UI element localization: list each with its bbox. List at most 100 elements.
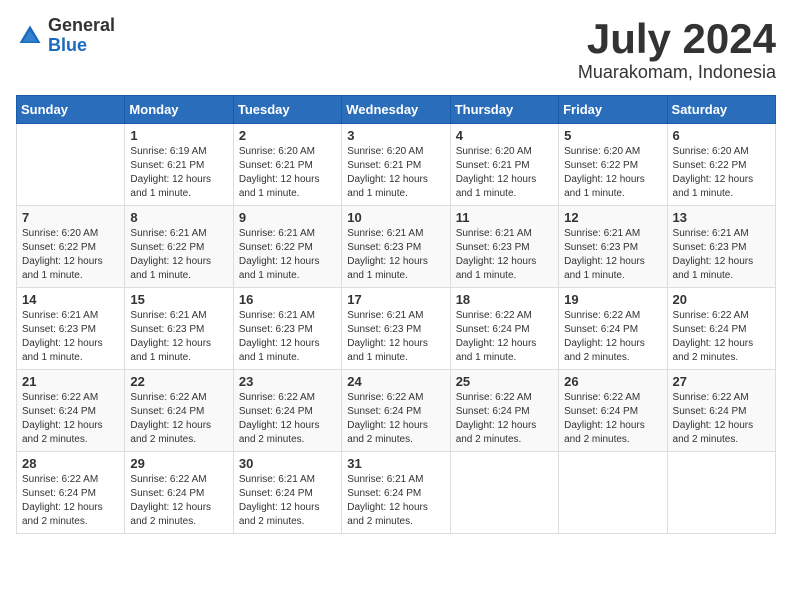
day-number: 26 bbox=[564, 374, 661, 389]
day-number: 15 bbox=[130, 292, 227, 307]
day-number: 11 bbox=[456, 210, 553, 225]
location-subtitle: Muarakomam, Indonesia bbox=[578, 62, 776, 83]
day-number: 25 bbox=[456, 374, 553, 389]
calendar-cell: 11Sunrise: 6:21 AMSunset: 6:23 PMDayligh… bbox=[450, 206, 558, 288]
day-info: Sunrise: 6:21 AMSunset: 6:22 PMDaylight:… bbox=[130, 227, 227, 283]
day-info: Sunrise: 6:21 AMSunset: 6:23 PMDaylight:… bbox=[564, 227, 661, 283]
day-number: 12 bbox=[564, 210, 661, 225]
day-number: 27 bbox=[673, 374, 770, 389]
day-info: Sunrise: 6:22 AMSunset: 6:24 PMDaylight:… bbox=[22, 473, 119, 529]
calendar-cell: 22 Sunrise: 6:22 AMSunset: 6:24 PMDayligh… bbox=[125, 370, 233, 452]
day-info: Sunrise: 6:21 AMSunset: 6:23 PMDaylight:… bbox=[347, 227, 444, 283]
day-number: 30 bbox=[239, 456, 336, 471]
day-number: 10 bbox=[347, 210, 444, 225]
day-info: Sunrise: 6:22 AMSunset: 6:24 PMDaylight:… bbox=[456, 309, 553, 365]
calendar-week-5: 28 Sunrise: 6:22 AMSunset: 6:24 PMDayligh… bbox=[17, 452, 776, 534]
weekday-header-tuesday: Tuesday bbox=[233, 96, 341, 124]
calendar-cell: 6 Sunrise: 6:20 AMSunset: 6:22 PMDaylight… bbox=[667, 124, 775, 206]
day-number: 19 bbox=[564, 292, 661, 307]
day-number: 9 bbox=[239, 210, 336, 225]
calendar-cell: 20 Sunrise: 6:22 AMSunset: 6:24 PMDayligh… bbox=[667, 288, 775, 370]
calendar-header-row: SundayMondayTuesdayWednesdayThursdayFrid… bbox=[17, 96, 776, 124]
calendar-cell: 17Sunrise: 6:21 AMSunset: 6:23 PMDayligh… bbox=[342, 288, 450, 370]
calendar-cell: 7Sunrise: 6:20 AMSunset: 6:22 PMDaylight… bbox=[17, 206, 125, 288]
calendar-cell: 16Sunrise: 6:21 AMSunset: 6:23 PMDayligh… bbox=[233, 288, 341, 370]
weekday-header-friday: Friday bbox=[559, 96, 667, 124]
weekday-header-wednesday: Wednesday bbox=[342, 96, 450, 124]
calendar-table: SundayMondayTuesdayWednesdayThursdayFrid… bbox=[16, 95, 776, 534]
day-number: 31 bbox=[347, 456, 444, 471]
calendar-cell: 2Sunrise: 6:20 AMSunset: 6:21 PMDaylight… bbox=[233, 124, 341, 206]
day-info: Sunrise: 6:22 AMSunset: 6:24 PMDaylight:… bbox=[673, 391, 770, 447]
logo-text: General Blue bbox=[48, 16, 115, 56]
day-info: Sunrise: 6:22 AMSunset: 6:24 PMDaylight:… bbox=[130, 391, 227, 447]
day-info: Sunrise: 6:22 AMSunset: 6:24 PMDaylight:… bbox=[456, 391, 553, 447]
calendar-cell: 31 Sunrise: 6:21 AMSunset: 6:24 PMDayligh… bbox=[342, 452, 450, 534]
logo-blue-text: Blue bbox=[48, 36, 115, 56]
day-info: Sunrise: 6:22 AMSunset: 6:24 PMDaylight:… bbox=[564, 309, 661, 365]
calendar-cell: 29Sunrise: 6:22 AMSunset: 6:24 PMDayligh… bbox=[125, 452, 233, 534]
calendar-cell: 15Sunrise: 6:21 AMSunset: 6:23 PMDayligh… bbox=[125, 288, 233, 370]
calendar-week-2: 7Sunrise: 6:20 AMSunset: 6:22 PMDaylight… bbox=[17, 206, 776, 288]
calendar-cell: 5 Sunrise: 6:20 AMSunset: 6:22 PMDaylight… bbox=[559, 124, 667, 206]
month-year-title: July 2024 bbox=[578, 16, 776, 62]
calendar-cell: 21 Sunrise: 6:22 AMSunset: 6:24 PMDayligh… bbox=[17, 370, 125, 452]
day-info: Sunrise: 6:22 AMSunset: 6:24 PMDaylight:… bbox=[347, 391, 444, 447]
calendar-cell bbox=[559, 452, 667, 534]
calendar-cell: 30 Sunrise: 6:21 AMSunset: 6:24 PMDayligh… bbox=[233, 452, 341, 534]
day-info: Sunrise: 6:21 AMSunset: 6:24 PMDaylight:… bbox=[239, 473, 336, 529]
day-number: 6 bbox=[673, 128, 770, 143]
weekday-header-thursday: Thursday bbox=[450, 96, 558, 124]
page-header: General Blue July 2024 Muarakomam, Indon… bbox=[16, 16, 776, 83]
calendar-cell: 27 Sunrise: 6:22 AMSunset: 6:24 PMDayligh… bbox=[667, 370, 775, 452]
calendar-cell: 25 Sunrise: 6:22 AMSunset: 6:24 PMDayligh… bbox=[450, 370, 558, 452]
day-number: 22 bbox=[130, 374, 227, 389]
calendar-cell: 18Sunrise: 6:22 AMSunset: 6:24 PMDayligh… bbox=[450, 288, 558, 370]
day-info: Sunrise: 6:20 AMSunset: 6:22 PMDaylight:… bbox=[673, 145, 770, 201]
calendar-cell: 4 Sunrise: 6:20 AMSunset: 6:21 PMDaylight… bbox=[450, 124, 558, 206]
calendar-cell: 28 Sunrise: 6:22 AMSunset: 6:24 PMDayligh… bbox=[17, 452, 125, 534]
day-number: 23 bbox=[239, 374, 336, 389]
calendar-week-1: 1Sunrise: 6:19 AMSunset: 6:21 PMDaylight… bbox=[17, 124, 776, 206]
day-info: Sunrise: 6:20 AMSunset: 6:22 PMDaylight:… bbox=[564, 145, 661, 201]
calendar-cell: 26 Sunrise: 6:22 AMSunset: 6:24 PMDayligh… bbox=[559, 370, 667, 452]
day-info: Sunrise: 6:22 AMSunset: 6:24 PMDaylight:… bbox=[564, 391, 661, 447]
day-info: Sunrise: 6:22 AMSunset: 6:24 PMDaylight:… bbox=[22, 391, 119, 447]
title-area: July 2024 Muarakomam, Indonesia bbox=[578, 16, 776, 83]
day-number: 13 bbox=[673, 210, 770, 225]
day-info: Sunrise: 6:22 AMSunset: 6:24 PMDaylight:… bbox=[673, 309, 770, 365]
calendar-cell: 9Sunrise: 6:21 AMSunset: 6:22 PMDaylight… bbox=[233, 206, 341, 288]
calendar-cell bbox=[667, 452, 775, 534]
day-info: Sunrise: 6:21 AMSunset: 6:24 PMDaylight:… bbox=[347, 473, 444, 529]
weekday-header-monday: Monday bbox=[125, 96, 233, 124]
day-number: 5 bbox=[564, 128, 661, 143]
day-info: Sunrise: 6:22 AMSunset: 6:24 PMDaylight:… bbox=[239, 391, 336, 447]
logo-icon bbox=[16, 22, 44, 50]
day-number: 21 bbox=[22, 374, 119, 389]
calendar-cell: 24 Sunrise: 6:22 AMSunset: 6:24 PMDayligh… bbox=[342, 370, 450, 452]
weekday-header-saturday: Saturday bbox=[667, 96, 775, 124]
day-info: Sunrise: 6:19 AMSunset: 6:21 PMDaylight:… bbox=[130, 145, 227, 201]
day-info: Sunrise: 6:21 AMSunset: 6:23 PMDaylight:… bbox=[673, 227, 770, 283]
day-info: Sunrise: 6:20 AMSunset: 6:21 PMDaylight:… bbox=[347, 145, 444, 201]
day-number: 28 bbox=[22, 456, 119, 471]
calendar-cell: 12 Sunrise: 6:21 AMSunset: 6:23 PMDayligh… bbox=[559, 206, 667, 288]
calendar-cell: 10 Sunrise: 6:21 AMSunset: 6:23 PMDayligh… bbox=[342, 206, 450, 288]
logo: General Blue bbox=[16, 16, 115, 56]
calendar-cell: 3Sunrise: 6:20 AMSunset: 6:21 PMDaylight… bbox=[342, 124, 450, 206]
calendar-cell bbox=[17, 124, 125, 206]
weekday-header-sunday: Sunday bbox=[17, 96, 125, 124]
day-number: 24 bbox=[347, 374, 444, 389]
day-number: 17 bbox=[347, 292, 444, 307]
logo-general-text: General bbox=[48, 16, 115, 36]
day-number: 2 bbox=[239, 128, 336, 143]
day-number: 29 bbox=[130, 456, 227, 471]
day-number: 20 bbox=[673, 292, 770, 307]
calendar-cell: 8Sunrise: 6:21 AMSunset: 6:22 PMDaylight… bbox=[125, 206, 233, 288]
day-info: Sunrise: 6:20 AMSunset: 6:21 PMDaylight:… bbox=[456, 145, 553, 201]
calendar-week-3: 14Sunrise: 6:21 AMSunset: 6:23 PMDayligh… bbox=[17, 288, 776, 370]
calendar-cell: 23 Sunrise: 6:22 AMSunset: 6:24 PMDayligh… bbox=[233, 370, 341, 452]
day-number: 7 bbox=[22, 210, 119, 225]
day-number: 4 bbox=[456, 128, 553, 143]
day-number: 16 bbox=[239, 292, 336, 307]
